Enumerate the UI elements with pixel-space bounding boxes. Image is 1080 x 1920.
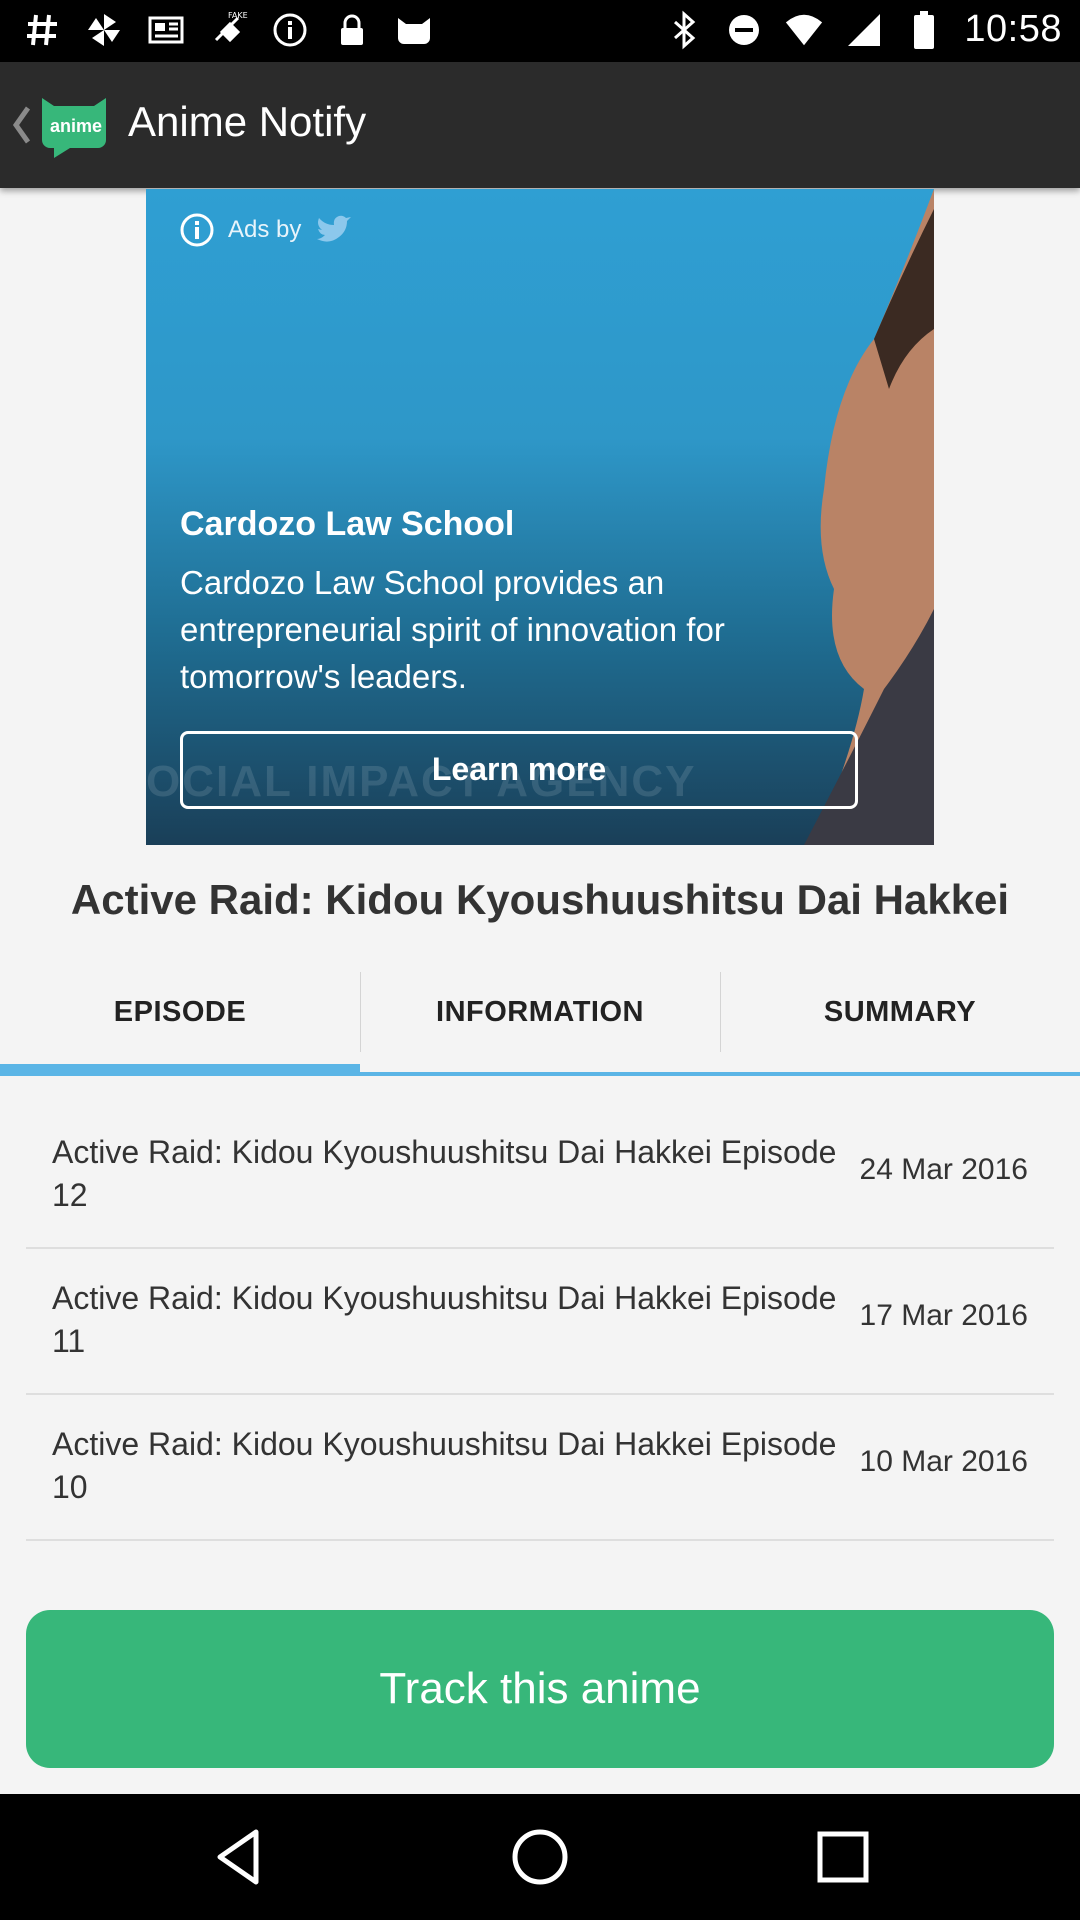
learn-more-button[interactable]: Learn more bbox=[180, 731, 858, 809]
tab-bar: EPISODE INFORMATION SUMMARY bbox=[0, 970, 1080, 1076]
app-bar: anime Anime Notify bbox=[0, 62, 1080, 188]
app-title: Anime Notify bbox=[128, 98, 367, 145]
battery-icon bbox=[904, 10, 944, 50]
list-item[interactable]: Active Raid: Kidou Kyoushuushitsu Dai Ha… bbox=[26, 1249, 1054, 1395]
hashtag-icon bbox=[22, 10, 62, 50]
episode-title: Active Raid: Kidou Kyoushuushitsu Dai Ha… bbox=[52, 1426, 837, 1505]
cat-icon bbox=[394, 10, 434, 50]
logo-text: anime bbox=[50, 116, 103, 136]
list-item[interactable]: Active Raid: Kidou Kyoushuushitsu Dai Ha… bbox=[26, 1395, 1054, 1541]
tab-label: INFORMATION bbox=[436, 996, 644, 1028]
newspaper-icon bbox=[146, 10, 186, 50]
wifi-icon bbox=[784, 10, 824, 50]
signal-icon bbox=[844, 10, 884, 50]
episode-title: Active Raid: Kidou Kyoushuushitsu Dai Ha… bbox=[52, 1280, 837, 1359]
tab-indicator bbox=[360, 1072, 720, 1076]
twitter-bird-icon bbox=[317, 215, 352, 242]
system-nav-bar bbox=[0, 1794, 1080, 1920]
bluetooth-icon bbox=[664, 10, 704, 50]
status-time: 10:58 bbox=[964, 8, 1062, 50]
ad-body: Cardozo Law School provides an entrepren… bbox=[180, 564, 725, 695]
info-icon bbox=[270, 10, 310, 50]
track-anime-button[interactable]: Track this anime bbox=[26, 1610, 1054, 1768]
status-bar: FAKE 10:58 bbox=[0, 0, 1080, 62]
tab-summary[interactable]: SUMMARY bbox=[720, 970, 1080, 1076]
anime-title: Active Raid: Kidou Kyoushuushitsu Dai Ha… bbox=[70, 876, 1010, 923]
list-item[interactable]: Active Raid: Kidou Kyoushuushitsu Dai Ha… bbox=[26, 1103, 1054, 1249]
do-not-disturb-icon bbox=[724, 10, 764, 50]
recents-square-icon[interactable] bbox=[810, 1824, 876, 1890]
tab-label: SUMMARY bbox=[823, 996, 977, 1028]
tab-episode[interactable]: EPISODE bbox=[0, 970, 360, 1076]
ads-by-label: Ads by bbox=[228, 216, 302, 243]
fake-gps-icon: FAKE bbox=[208, 10, 248, 50]
tab-label: EPISODE bbox=[113, 996, 247, 1028]
pinwheel-icon bbox=[84, 10, 124, 50]
lock-icon bbox=[332, 10, 372, 50]
tab-indicator bbox=[0, 1064, 360, 1076]
status-right-icons: 10:58 bbox=[664, 8, 1062, 51]
episode-date: 17 Mar 2016 bbox=[859, 1299, 1028, 1332]
tab-information[interactable]: INFORMATION bbox=[360, 970, 720, 1076]
info-icon[interactable] bbox=[180, 213, 214, 247]
up-navigation[interactable]: anime bbox=[0, 62, 120, 188]
ad-banner[interactable]: Ads by OCIAL IMPACT AGENCY Cardozo Law S… bbox=[146, 189, 934, 845]
tab-indicator bbox=[720, 1072, 1080, 1076]
episode-title: Active Raid: Kidou Kyoushuushitsu Dai Ha… bbox=[52, 1134, 837, 1213]
home-circle-icon[interactable] bbox=[507, 1824, 573, 1890]
status-left-icons: FAKE bbox=[22, 10, 434, 50]
episode-date: 10 Mar 2016 bbox=[859, 1445, 1028, 1478]
episode-date: 24 Mar 2016 bbox=[859, 1153, 1028, 1186]
ad-headline: Cardozo Law School bbox=[180, 505, 515, 543]
episode-list: Active Raid: Kidou Kyoushuushitsu Dai Ha… bbox=[26, 1103, 1054, 1541]
ad-attribution: Ads by bbox=[180, 213, 352, 247]
chevron-left-icon bbox=[12, 106, 31, 144]
svg-text:FAKE: FAKE bbox=[228, 11, 248, 20]
back-triangle-icon[interactable] bbox=[206, 1824, 272, 1890]
